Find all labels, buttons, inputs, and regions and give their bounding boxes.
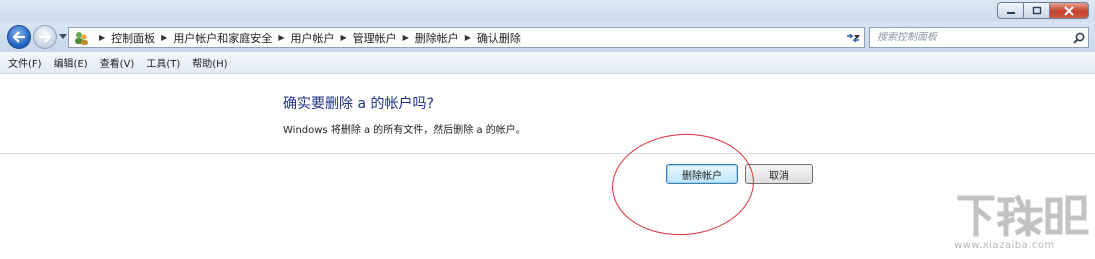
watermark-logo	[957, 194, 1089, 237]
menu-tools[interactable]: 工具(T)	[140, 55, 186, 70]
page-title: 确实要删除 a 的帐户吗?	[283, 96, 434, 112]
recent-pages-dropdown[interactable]	[59, 34, 67, 39]
refresh-icon	[846, 33, 859, 42]
breadcrumb-manage-accounts[interactable]: 管理帐户	[353, 30, 397, 46]
breadcrumb-user-accounts[interactable]: 用户帐户	[290, 30, 334, 46]
delete-account-button[interactable]: 删除帐户	[666, 164, 738, 184]
arrow-left-icon	[12, 31, 25, 43]
forward-button[interactable]	[33, 25, 57, 49]
breadcrumb-user-accounts-family-safety[interactable]: 用户帐户和家庭安全	[173, 30, 272, 46]
search-icon[interactable]	[1070, 28, 1088, 47]
divider	[0, 153, 1095, 154]
breadcrumb-delete-account[interactable]: 删除帐户	[415, 30, 459, 46]
breadcrumb-confirm-delete[interactable]: 确认删除	[477, 30, 521, 46]
watermark: www.xiazaiba.com	[952, 192, 1090, 256]
search-box[interactable]	[869, 27, 1089, 48]
breadcrumb-control-panel[interactable]: 控制面板	[111, 30, 155, 46]
breadcrumb-separator-icon[interactable]: ▶	[99, 33, 105, 42]
delete-explanation-text: Windows 将删除 a 的所有文件，然后删除 a 的帐户。	[283, 125, 526, 136]
user-accounts-icon	[73, 30, 89, 46]
window-titlebar	[0, 0, 1095, 22]
window-controls	[997, 2, 1089, 19]
maximize-button[interactable]	[1023, 2, 1049, 19]
minimize-button[interactable]	[997, 2, 1023, 19]
breadcrumb-separator-icon[interactable]: ▶	[340, 33, 346, 42]
menu-bar: 文件(F) 编辑(E) 查看(V) 工具(T) 帮助(H)	[0, 52, 1095, 74]
watermark-domain: www.xiazaiba.com	[954, 240, 1055, 251]
menu-view[interactable]: 查看(V)	[94, 55, 141, 70]
address-bar[interactable]: ▶ 控制面板 ▶ 用户帐户和家庭安全 ▶ 用户帐户 ▶ 管理帐户 ▶ 删除帐户 …	[68, 27, 865, 48]
highlight-circle-annotation	[608, 129, 758, 240]
content-pane: 确实要删除 a 的帐户吗? Windows 将删除 a 的所有文件，然后删除 a…	[0, 75, 1095, 259]
cancel-button[interactable]: 取消	[745, 164, 813, 184]
breadcrumb-separator-icon[interactable]: ▶	[161, 33, 167, 42]
breadcrumb-separator-icon[interactable]: ▶	[465, 33, 471, 42]
breadcrumb-separator-icon[interactable]: ▶	[278, 33, 284, 42]
minimize-icon	[1006, 11, 1015, 14]
search-input[interactable]	[870, 28, 1070, 47]
menu-file[interactable]: 文件(F)	[0, 55, 48, 70]
menu-edit[interactable]: 编辑(E)	[48, 55, 94, 70]
breadcrumb-separator-icon[interactable]: ▶	[403, 33, 409, 42]
refresh-button[interactable]	[841, 27, 864, 48]
menu-help[interactable]: 帮助(H)	[186, 55, 233, 70]
arrow-right-icon	[39, 31, 52, 43]
maximize-icon	[1032, 6, 1041, 15]
navigation-bar: ▶ 控制面板 ▶ 用户帐户和家庭安全 ▶ 用户帐户 ▶ 管理帐户 ▶ 删除帐户 …	[0, 22, 1095, 52]
close-button[interactable]	[1049, 2, 1089, 19]
breadcrumb: ▶ 控制面板 ▶ 用户帐户和家庭安全 ▶ 用户帐户 ▶ 管理帐户 ▶ 删除帐户 …	[93, 30, 521, 46]
close-icon	[1064, 5, 1074, 16]
back-button[interactable]	[7, 25, 31, 49]
